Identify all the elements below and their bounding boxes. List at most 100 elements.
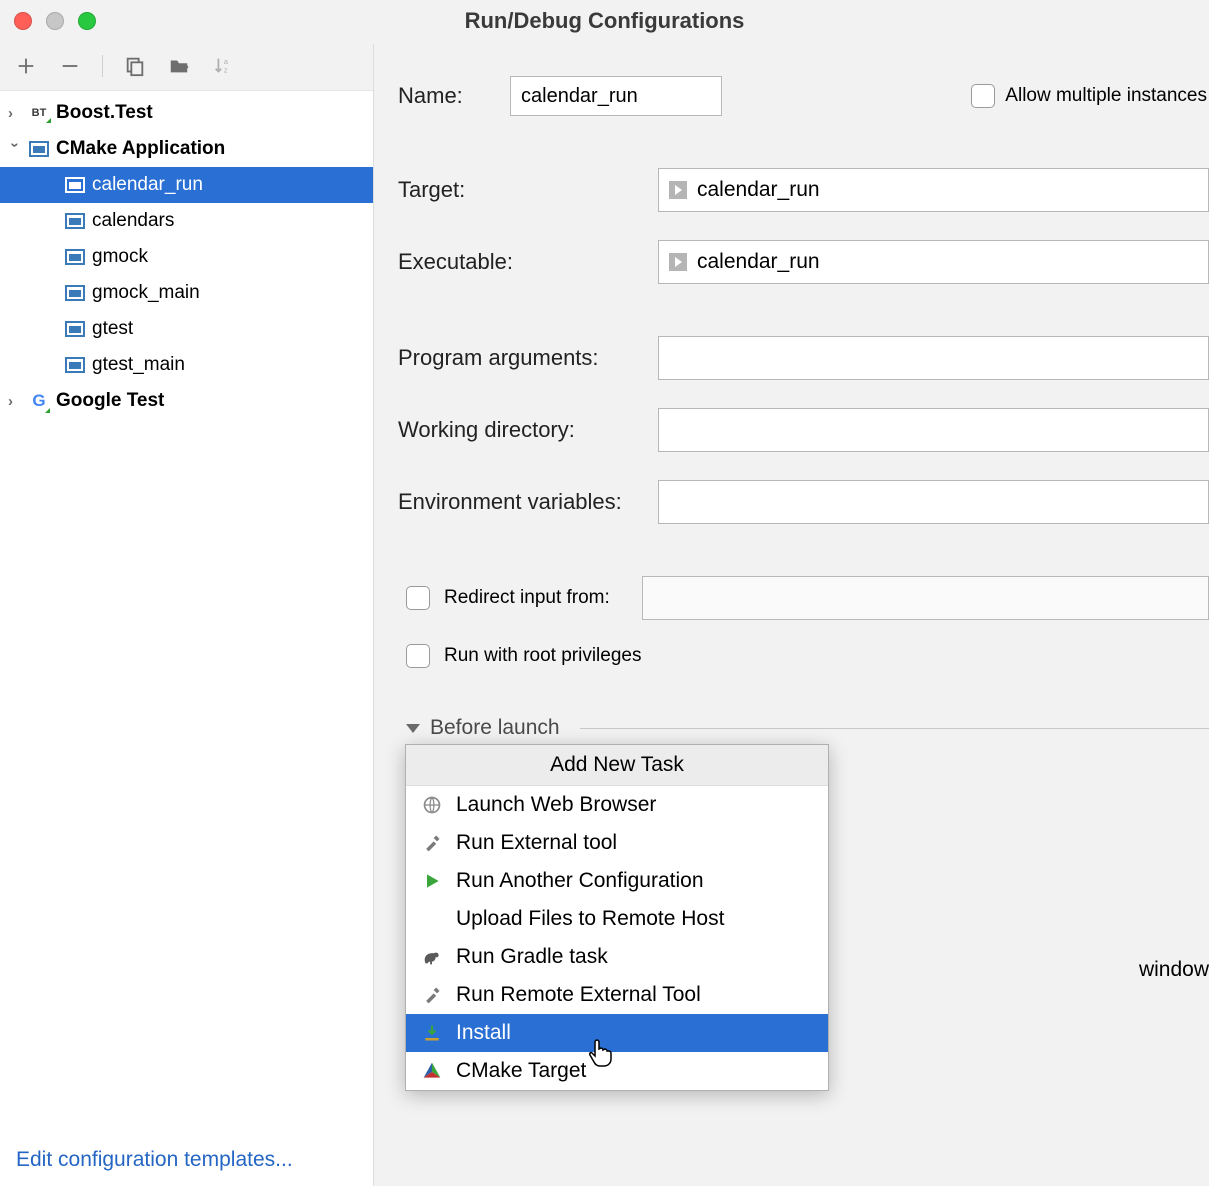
divider xyxy=(580,728,1209,729)
copy-icon[interactable] xyxy=(123,54,147,78)
globe-icon xyxy=(420,793,444,817)
popup-item-label: CMake Target xyxy=(456,1059,586,1083)
target-label: Target: xyxy=(398,177,658,203)
tree-label: calendar_run xyxy=(92,174,203,196)
sort-icon[interactable]: az xyxy=(211,54,235,78)
tree-node-google-test[interactable]: › G Google Test xyxy=(0,383,373,419)
checkbox-icon xyxy=(971,84,995,108)
cmake-icon xyxy=(420,1059,444,1083)
add-icon[interactable] xyxy=(14,54,38,78)
chevron-down-icon: › xyxy=(7,142,24,156)
sidebar-toolbar: az xyxy=(0,44,373,91)
sidebar: az › BT Boost.Test › CMake Application c… xyxy=(0,44,374,1186)
add-task-popup: Add New Task Launch Web Browser Run Exte… xyxy=(405,744,829,1091)
allow-multiple-label: Allow multiple instances xyxy=(1005,85,1207,107)
popup-item-run-remote-external-tool[interactable]: Run Remote External Tool xyxy=(406,976,828,1014)
cmake-app-icon xyxy=(28,138,50,160)
popup-item-label: Launch Web Browser xyxy=(456,793,656,817)
chevron-right-icon: › xyxy=(8,105,22,122)
env-vars-label: Environment variables: xyxy=(398,489,658,515)
chevron-right-icon: › xyxy=(8,393,22,410)
play-icon xyxy=(420,869,444,893)
tree-node-calendar-run[interactable]: calendar_run xyxy=(0,167,373,203)
edit-templates-link[interactable]: Edit configuration templates... xyxy=(16,1148,293,1172)
tree-node-gmock-main[interactable]: gmock_main xyxy=(0,275,373,311)
popup-item-launch-web-browser[interactable]: Launch Web Browser xyxy=(406,786,828,824)
tree-label: gmock_main xyxy=(92,282,200,304)
popup-item-cmake-target[interactable]: CMake Target xyxy=(406,1052,828,1090)
tree-node-cmake-application[interactable]: › CMake Application xyxy=(0,131,373,167)
program-args-label: Program arguments: xyxy=(398,345,658,371)
popup-item-run-another-configuration[interactable]: Run Another Configuration xyxy=(406,862,828,900)
target-value: calendar_run xyxy=(697,178,820,202)
tree-label: CMake Application xyxy=(56,138,225,160)
name-label: Name: xyxy=(398,83,510,109)
redirect-label: Redirect input from: xyxy=(444,587,610,609)
cmake-app-icon xyxy=(64,246,86,268)
popup-header: Add New Task xyxy=(406,745,828,786)
tree-label: Boost.Test xyxy=(56,102,153,124)
before-launch-header[interactable]: Before launch xyxy=(398,716,1209,740)
window-title: Run/Debug Configurations xyxy=(0,8,1209,34)
executable-select[interactable]: calendar_run xyxy=(658,240,1209,284)
google-test-icon: G xyxy=(28,390,50,412)
target-select[interactable]: calendar_run xyxy=(658,168,1209,212)
blank-icon xyxy=(420,907,444,931)
executable-play-icon xyxy=(669,253,687,271)
popup-item-run-external-tool[interactable]: Run External tool xyxy=(406,824,828,862)
tree-label: gmock xyxy=(92,246,148,268)
target-play-icon xyxy=(669,181,687,199)
cmake-app-icon xyxy=(64,210,86,232)
program-args-input[interactable] xyxy=(658,336,1209,380)
tree-label: gtest xyxy=(92,318,133,340)
cmake-app-icon xyxy=(64,318,86,340)
popup-item-label: Upload Files to Remote Host xyxy=(456,907,724,931)
env-vars-input[interactable] xyxy=(658,480,1209,524)
root-privileges-row: Run with root privileges xyxy=(398,644,1209,668)
popup-item-label: Run Gradle task xyxy=(456,945,608,969)
popup-item-label: Run External tool xyxy=(456,831,617,855)
tree-label: gtest_main xyxy=(92,354,185,376)
popup-item-upload-files[interactable]: Upload Files to Remote Host xyxy=(406,900,828,938)
redirect-checkbox[interactable] xyxy=(406,586,430,610)
toolbar-separator xyxy=(102,55,103,77)
tree-node-gtest[interactable]: gtest xyxy=(0,311,373,347)
popup-item-label: Install xyxy=(456,1021,511,1045)
redirect-input-row: Redirect input from: xyxy=(398,576,1209,620)
cmake-app-icon xyxy=(64,354,86,376)
popup-item-label: Run Remote External Tool xyxy=(456,983,701,1007)
popup-item-run-gradle-task[interactable]: Run Gradle task xyxy=(406,938,828,976)
allow-multiple-checkbox[interactable]: Allow multiple instances xyxy=(971,84,1207,108)
cmake-app-icon xyxy=(64,282,86,304)
remove-icon[interactable] xyxy=(58,54,82,78)
tree-node-boost-test[interactable]: › BT Boost.Test xyxy=(0,95,373,131)
root-checkbox[interactable] xyxy=(406,644,430,668)
name-input[interactable] xyxy=(510,76,722,116)
tree-label: calendars xyxy=(92,210,174,232)
tree-label: Google Test xyxy=(56,390,164,412)
tree-node-gtest-main[interactable]: gtest_main xyxy=(0,347,373,383)
working-dir-input[interactable] xyxy=(658,408,1209,452)
executable-label: Executable: xyxy=(398,249,658,275)
tool-window-label-fragment: window xyxy=(1109,958,1209,982)
tools-icon xyxy=(420,983,444,1007)
working-dir-label: Working directory: xyxy=(398,417,658,443)
before-launch-label: Before launch xyxy=(430,716,560,740)
install-icon xyxy=(420,1021,444,1045)
boost-test-icon: BT xyxy=(28,102,50,124)
popup-item-label: Run Another Configuration xyxy=(456,869,704,893)
popup-item-install[interactable]: Install xyxy=(406,1014,828,1052)
tools-icon xyxy=(420,831,444,855)
tree-node-calendars[interactable]: calendars xyxy=(0,203,373,239)
tree-node-gmock[interactable]: gmock xyxy=(0,239,373,275)
before-launch-section: Before launch xyxy=(398,716,1209,740)
save-template-icon[interactable] xyxy=(167,54,191,78)
executable-value: calendar_run xyxy=(697,250,820,274)
config-tree: › BT Boost.Test › CMake Application cale… xyxy=(0,91,373,419)
cmake-app-icon xyxy=(64,174,86,196)
svg-text:z: z xyxy=(224,65,228,74)
chevron-down-icon xyxy=(406,724,420,733)
elephant-icon xyxy=(420,945,444,969)
root-label: Run with root privileges xyxy=(444,645,641,667)
redirect-path-input[interactable] xyxy=(642,576,1209,620)
